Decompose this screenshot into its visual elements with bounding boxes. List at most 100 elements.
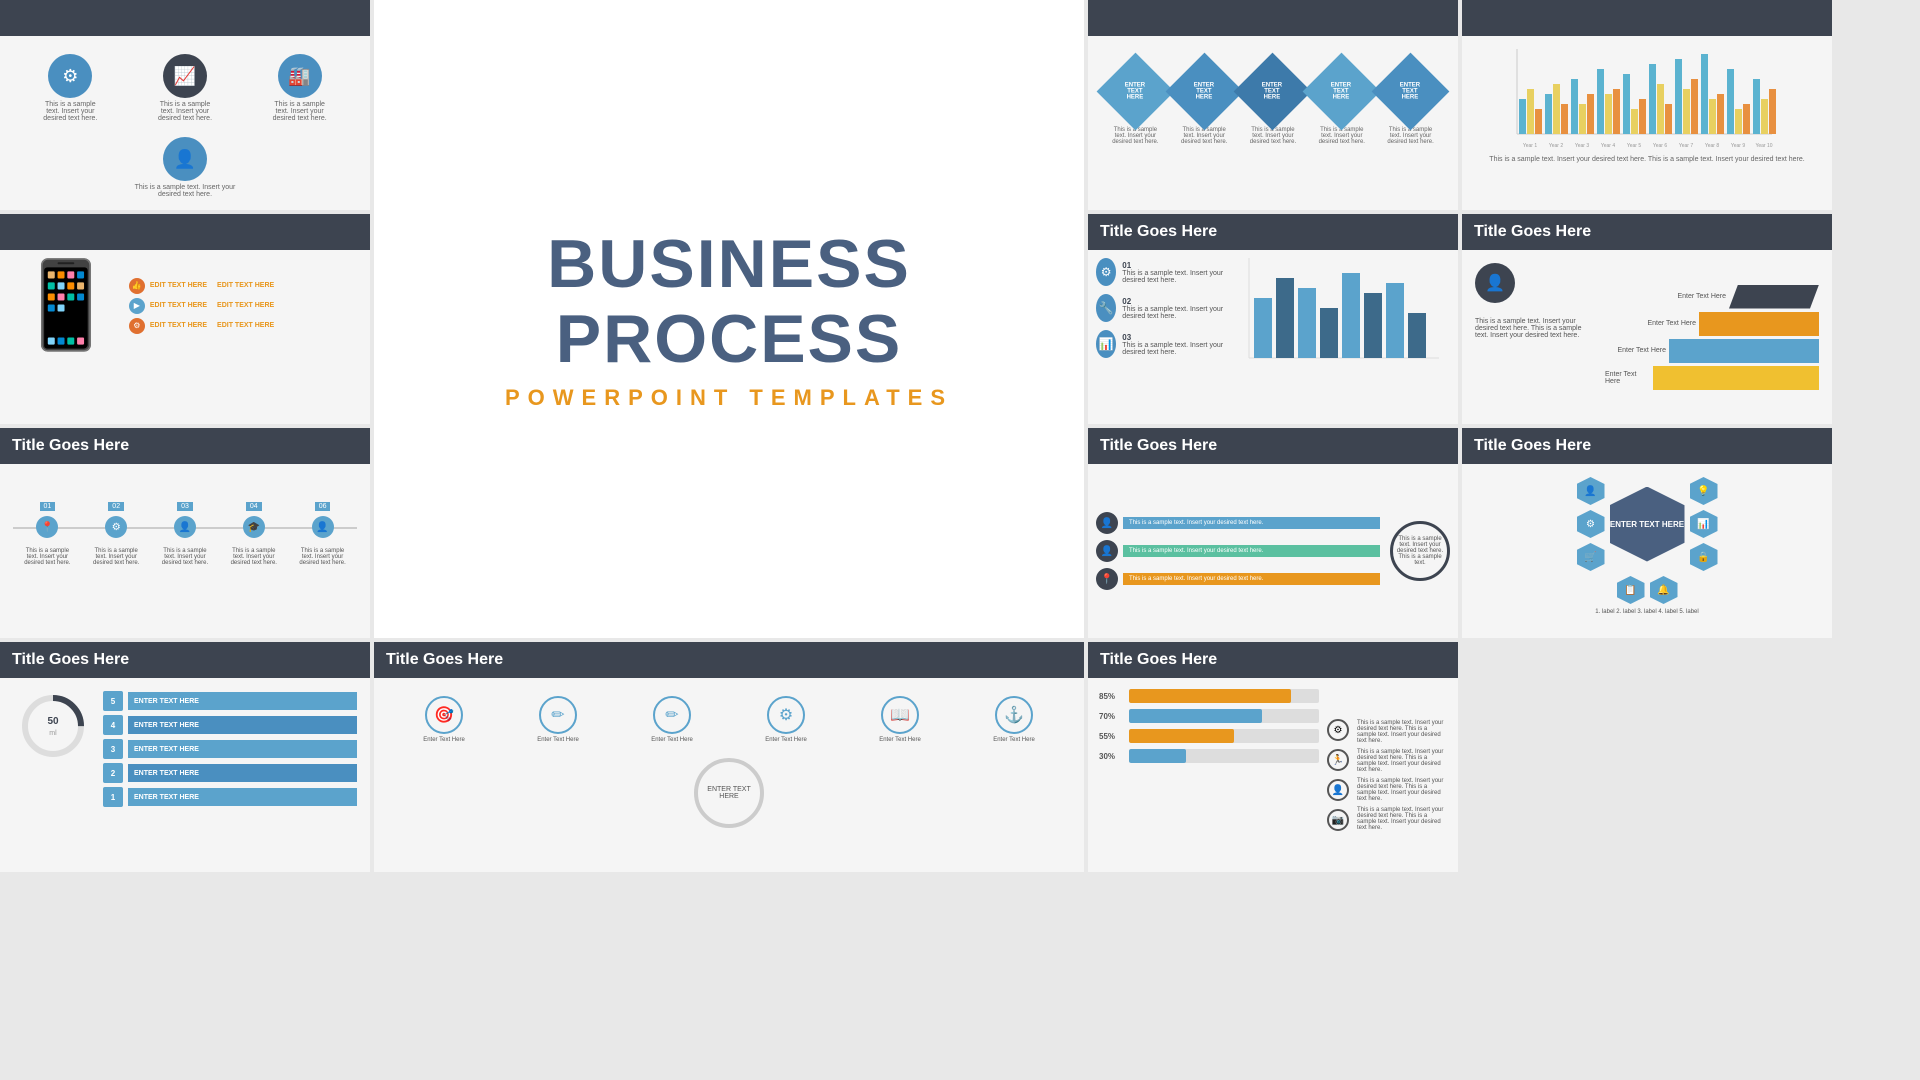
slide4-header	[0, 214, 370, 250]
diamond-3: ENTERTEXTHERE This is a sampletext. Inse…	[1245, 64, 1300, 145]
slide3-header	[1462, 0, 1832, 36]
step-bar-1: ENTER TEXT HERE	[128, 788, 357, 806]
barchart-container: Year 1 Year 2 Year 3 Year 4 Year 5 Year …	[1470, 44, 1824, 154]
slide5-content: ⚙ 01 This is a sample text. Insert your …	[1096, 258, 1450, 416]
edit-text-5: EDIT TEXT HERE	[150, 322, 207, 329]
pyramid-desc: This is a sample text. Insert your desir…	[1475, 318, 1595, 339]
pyramid-right: Enter Text Here Enter Text Here Enter Te…	[1605, 263, 1819, 411]
center-title: BUSINESS PROCESS	[374, 227, 1084, 377]
icon-group-1: ⚙ This is a sampletext. Insert yourdesir…	[43, 54, 97, 122]
icon-item-label-1: Enter Text Here	[423, 737, 465, 743]
circle-info: This is a sample text. Insert your desir…	[1390, 521, 1450, 581]
progress-fill-4	[1129, 749, 1186, 763]
svg-text:Year 7: Year 7	[1679, 143, 1693, 149]
list-icon-3: 📊	[1096, 330, 1116, 358]
slide12-body: 85% 70% 55%	[1088, 678, 1458, 872]
slide-diamonds: ENTERTEXTHERE This is a sampletext. Inse…	[1088, 0, 1458, 210]
phone-item-3: ⚙ EDIT TEXT HERE EDIT TEXT HERE	[129, 318, 357, 334]
slide8-header: Title Goes Here	[1088, 428, 1458, 464]
svg-text:Year 8: Year 8	[1705, 143, 1719, 149]
node-2: ⚙	[105, 516, 127, 538]
list-icon-2: 🔧	[1096, 294, 1116, 322]
pyramid-left-icon: 👤	[1475, 263, 1595, 303]
slide5-list: ⚙ 01 This is a sample text. Insert your …	[1096, 258, 1236, 416]
slide3-body: Year 1 Year 2 Year 3 Year 4 Year 5 Year …	[1462, 36, 1832, 210]
diamonds-row: ENTERTEXTHERE This is a sampletext. Inse…	[1096, 44, 1450, 150]
step-4: 4 ENTER TEXT HERE	[103, 715, 357, 735]
timeline-labels: 01 02 03 04 06	[13, 502, 357, 511]
svg-text:Year 6: Year 6	[1653, 143, 1667, 149]
diamond-4: ENTERTEXTHERE This is a sampletext. Inse…	[1314, 64, 1369, 145]
hex-2: ⚙	[1577, 510, 1605, 538]
slide9-body: 👤 ⚙ 🛒 ENTER TEXT HERE 💡 📊 🔒 📋 🔔 1. label…	[1462, 464, 1832, 638]
timeline-container: 01 02 03 04 06 📍 ⚙ 👤 🎓 👤 This is a sampl…	[8, 472, 362, 571]
slide11-header: Title Goes Here	[374, 642, 1084, 678]
hex-6: 🔒	[1690, 543, 1718, 571]
hex-labels-row: 1. label 2. label 3. label 4. label 5. l…	[1595, 609, 1698, 615]
step-3: 3 ENTER TEXT HERE	[103, 739, 357, 759]
label-03: 03	[177, 502, 193, 511]
svg-text:ml: ml	[49, 730, 57, 737]
progress-label-1: 85%	[1099, 692, 1124, 701]
progress-bg-2	[1129, 709, 1319, 723]
colorbar-icon-2: 👤	[1096, 540, 1118, 562]
slide7-title: Title Goes Here	[12, 437, 129, 455]
hex-bottom-row: 📋 🔔	[1617, 576, 1678, 604]
icon-label-1: This is a sampletext. Insert yourdesired…	[43, 101, 97, 122]
slide5-body: ⚙ 01 This is a sample text. Insert your …	[1088, 250, 1458, 424]
slide10-title: Title Goes Here	[12, 651, 129, 669]
hex-center: ENTER TEXT HERE	[1610, 487, 1685, 562]
step-bar-5: ENTER TEXT HERE	[128, 692, 357, 710]
icon-item-label-6: Enter Text Here	[993, 737, 1035, 743]
icon-3: 🏭	[278, 54, 322, 98]
slide-list-bar: Title Goes Here ⚙ 01 This is a sample te…	[1088, 214, 1458, 424]
svg-text:Year 4: Year 4	[1601, 143, 1615, 149]
pyramid-block-1	[1729, 285, 1819, 309]
progress-fill-2	[1129, 709, 1262, 723]
tl-desc-4: This is a sample text. Insert your desir…	[226, 548, 281, 566]
progress-text-list: This is a sample text. Insert your desir…	[1357, 689, 1447, 861]
hex-col-1: 👤 ⚙ 🛒	[1577, 477, 1605, 571]
slide11-title: Title Goes Here	[386, 651, 503, 669]
slide5-header: Title Goes Here	[1088, 214, 1458, 250]
slide10-body: 50 ml 5 ENTER TEXT HERE 4 ENTER TEXT HER…	[0, 678, 370, 872]
prog-icon-2: 🏃	[1327, 749, 1349, 771]
colorbar-text-1: This is a sample text. Insert your desir…	[1123, 517, 1380, 529]
pyramid-row-2: Enter Text Here	[1647, 312, 1819, 336]
colorbars-content: 👤 This is a sample text. Insert your des…	[1096, 472, 1450, 630]
gauge-svg: 50 ml	[18, 691, 88, 761]
list-row-2: 🔧 02 This is a sample text. Insert your …	[1096, 294, 1236, 322]
prog-text-3: This is a sample text. Insert your desir…	[1357, 778, 1447, 802]
hex-3: 🛒	[1577, 543, 1605, 571]
progress-content: 85% 70% 55%	[1096, 686, 1450, 864]
hex-8: 🔔	[1650, 576, 1678, 604]
slide2-header	[1088, 0, 1458, 36]
pyramid-block-2	[1699, 312, 1819, 336]
step-bar-2: ENTER TEXT HERE	[128, 764, 357, 782]
phone-item-2: ▶ EDIT TEXT HERE EDIT TEXT HERE	[129, 298, 357, 314]
tl-desc-1: This is a sample text. Insert your desir…	[20, 548, 75, 566]
progress-row-1: 85%	[1099, 689, 1319, 703]
icon-item-4: ⚙ Enter Text Here	[765, 696, 807, 743]
slide4-body: 📱 👍 EDIT TEXT HERE EDIT TEXT HERE ▶ EDIT…	[0, 250, 370, 424]
slide1-header	[0, 0, 370, 36]
hex-cluster: 👤 ⚙ 🛒 ENTER TEXT HERE 💡 📊 🔒	[1577, 477, 1718, 571]
slide-progress: Title Goes Here 85% 70% 55%	[1088, 642, 1458, 872]
slide3-caption: This is a sample text. Insert your desir…	[1470, 154, 1824, 165]
icon-item-2: ✏ Enter Text Here	[537, 696, 579, 743]
tl-desc-2: This is a sample text. Insert your desir…	[89, 548, 144, 566]
icon-item-5: 📖 Enter Text Here	[879, 696, 921, 743]
icon-row-content: 🎯 Enter Text Here ✏ Enter Text Here ✏ En…	[382, 686, 1076, 748]
step-2: 2 ENTER TEXT HERE	[103, 763, 357, 783]
progress-row-2: 70%	[1099, 709, 1319, 723]
progress-bg-3	[1129, 729, 1319, 743]
progress-row-4: 30%	[1099, 749, 1319, 763]
slide6-header: Title Goes Here	[1462, 214, 1832, 250]
center-slide: BUSINESS PROCESS POWERPOINT TEMPLATES	[374, 0, 1084, 638]
svg-text:Year 1: Year 1	[1523, 143, 1537, 149]
edit-text-6: EDIT TEXT HERE	[217, 322, 274, 329]
slide7-body: 01 02 03 04 06 📍 ⚙ 👤 🎓 👤 This is a sampl…	[0, 464, 370, 638]
node-3: 👤	[174, 516, 196, 538]
colorbar-text-3: This is a sample text. Insert your desir…	[1123, 573, 1380, 585]
hex-col-2: 💡 📊 🔒	[1690, 477, 1718, 571]
